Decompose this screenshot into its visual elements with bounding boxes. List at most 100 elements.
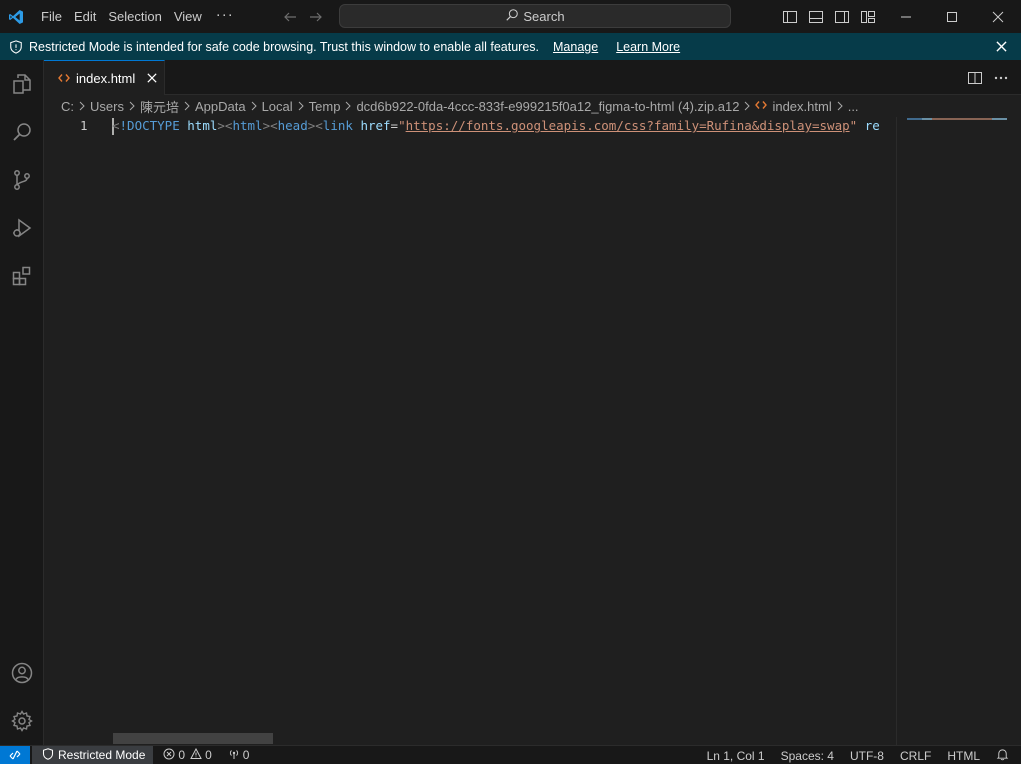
breadcrumb-file[interactable]: index.html bbox=[755, 98, 832, 114]
chevron-right-icon bbox=[183, 101, 191, 111]
back-arrow-icon[interactable] bbox=[280, 7, 300, 27]
banner-close-icon[interactable] bbox=[993, 38, 1009, 54]
customize-layout-icon[interactable] bbox=[858, 7, 878, 27]
status-bar: Restricted Mode 0 0 0 Ln 1, Col 1 Spaces… bbox=[0, 745, 1021, 764]
breadcrumb-local[interactable]: Local bbox=[262, 99, 293, 114]
toggle-panel-icon[interactable] bbox=[806, 7, 826, 27]
html-file-icon bbox=[58, 72, 70, 84]
encoding[interactable]: UTF-8 bbox=[850, 749, 884, 763]
status-right-items: Ln 1, Col 1 Spaces: 4 UTF-8 CRLF HTML bbox=[707, 746, 1009, 764]
manage-gear-icon[interactable] bbox=[0, 697, 44, 745]
breadcrumb-user-folder[interactable]: 陳元培 bbox=[140, 97, 179, 116]
code-token: " bbox=[398, 118, 406, 133]
source-control-icon[interactable] bbox=[0, 156, 44, 204]
explorer-icon[interactable] bbox=[0, 60, 44, 108]
minimap-line bbox=[907, 118, 1007, 120]
code-token-url[interactable]: https://fonts.googleapis.com/css?family=… bbox=[406, 118, 850, 133]
code-token: href bbox=[360, 118, 391, 133]
breadcrumb-project-folder[interactable]: dcd6b922-0fda-4ccc-833f-e999215f0a12_fig… bbox=[356, 99, 739, 114]
toggle-secondary-sidebar-icon[interactable] bbox=[832, 7, 852, 27]
window-controls bbox=[883, 0, 1021, 33]
error-count: 0 bbox=[178, 748, 186, 762]
toggle-primary-sidebar-icon[interactable] bbox=[780, 7, 800, 27]
remote-indicator-icon[interactable] bbox=[0, 745, 30, 764]
search-view-icon[interactable] bbox=[0, 108, 44, 156]
tab-index-html[interactable]: index.html bbox=[44, 60, 165, 95]
chevron-right-icon bbox=[128, 101, 136, 111]
tab-label: index.html bbox=[76, 70, 136, 86]
layout-controls bbox=[780, 0, 878, 33]
learn-more-link[interactable]: Learn More bbox=[616, 40, 680, 54]
horizontal-scrollbar-thumb[interactable] bbox=[113, 733, 273, 744]
more-actions-icon[interactable] bbox=[993, 70, 1009, 86]
menu-selection[interactable]: Selection bbox=[102, 0, 167, 33]
menu-edit[interactable]: Edit bbox=[68, 0, 102, 33]
search-label: Search bbox=[523, 8, 565, 24]
menu-bar: File Edit Selection View ··· bbox=[35, 0, 242, 33]
language-mode[interactable]: HTML bbox=[947, 749, 980, 763]
status-ports[interactable]: 0 bbox=[228, 748, 250, 763]
breadcrumb-symbol[interactable]: ... bbox=[848, 99, 859, 114]
breadcrumb-drive[interactable]: C: bbox=[61, 99, 74, 114]
cursor-position[interactable]: Ln 1, Col 1 bbox=[707, 749, 765, 763]
chevron-right-icon bbox=[297, 101, 305, 111]
navigation-arrows bbox=[280, 0, 326, 33]
breadcrumb: C: Users 陳元培 AppData Local Temp dcd6b922… bbox=[44, 95, 1021, 117]
code-token: = bbox=[390, 118, 399, 133]
accounts-icon[interactable] bbox=[0, 649, 44, 697]
manage-link[interactable]: Manage bbox=[553, 40, 598, 54]
breadcrumb-users[interactable]: Users bbox=[90, 99, 124, 114]
status-problems[interactable]: 0 0 bbox=[163, 747, 212, 763]
close-window-icon[interactable] bbox=[975, 0, 1021, 33]
shield-icon bbox=[9, 39, 23, 54]
html-file-icon bbox=[755, 99, 768, 114]
warning-count: 0 bbox=[205, 748, 212, 762]
line-number: 1 bbox=[80, 118, 88, 133]
activity-bar bbox=[0, 60, 44, 745]
vscode-logo-icon bbox=[1, 0, 31, 33]
chevron-right-icon bbox=[250, 101, 258, 111]
code-token: html bbox=[187, 118, 218, 133]
extensions-icon[interactable] bbox=[0, 252, 44, 300]
minimize-icon[interactable] bbox=[883, 0, 929, 33]
code-token: html bbox=[232, 118, 263, 133]
code-token: re bbox=[864, 118, 880, 133]
forward-arrow-icon[interactable] bbox=[306, 7, 326, 27]
code-token: > bbox=[217, 118, 225, 133]
code-token: link bbox=[322, 118, 353, 133]
code-line[interactable]: <!DOCTYPE html><html><head><link href="h… bbox=[112, 118, 880, 133]
chevron-right-icon bbox=[78, 101, 86, 111]
code-token: < bbox=[315, 118, 323, 133]
status-restricted-label: Restricted Mode bbox=[58, 748, 146, 762]
search-icon bbox=[505, 8, 519, 25]
chevron-right-icon bbox=[344, 101, 352, 111]
menu-more-icon[interactable]: ··· bbox=[208, 0, 242, 33]
breadcrumb-file-label: index.html bbox=[772, 98, 832, 114]
minimap[interactable] bbox=[896, 117, 1021, 745]
command-center-search[interactable]: Search bbox=[339, 4, 731, 28]
code-token: " bbox=[849, 118, 858, 133]
end-of-line[interactable]: CRLF bbox=[900, 749, 931, 763]
tab-close-icon[interactable] bbox=[144, 70, 160, 86]
menu-file[interactable]: File bbox=[35, 0, 68, 33]
indentation[interactable]: Spaces: 4 bbox=[781, 749, 834, 763]
menu-view[interactable]: View bbox=[168, 0, 208, 33]
code-editor[interactable]: 1 <!DOCTYPE html><html><head><link href=… bbox=[44, 117, 896, 745]
restricted-mode-banner: Restricted Mode is intended for safe cod… bbox=[0, 33, 1021, 60]
run-debug-icon[interactable] bbox=[0, 204, 44, 252]
breadcrumb-appdata[interactable]: AppData bbox=[195, 99, 246, 114]
split-editor-icon[interactable] bbox=[967, 70, 983, 86]
maximize-icon[interactable] bbox=[929, 0, 975, 33]
chevron-right-icon bbox=[743, 101, 751, 111]
notifications-bell-icon[interactable] bbox=[996, 748, 1009, 764]
shield-icon bbox=[42, 747, 54, 763]
status-restricted-mode[interactable]: Restricted Mode bbox=[32, 745, 154, 764]
breadcrumb-temp[interactable]: Temp bbox=[309, 99, 341, 114]
code-token: > bbox=[262, 118, 271, 133]
code-token: < bbox=[270, 118, 278, 133]
banner-message: Restricted Mode is intended for safe cod… bbox=[29, 39, 539, 54]
ports-count: 0 bbox=[242, 748, 250, 762]
editor-tab-bar: index.html bbox=[44, 60, 1021, 95]
title-bar: File Edit Selection View ··· Search bbox=[0, 0, 1021, 33]
warning-icon bbox=[190, 747, 202, 763]
